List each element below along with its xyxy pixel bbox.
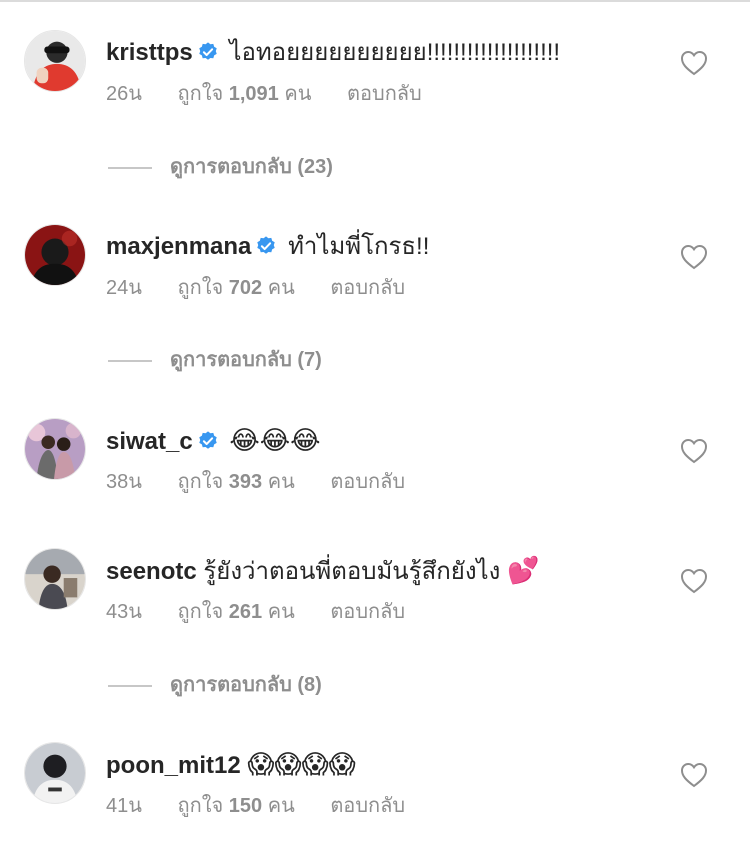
heart-outline-icon[interactable] [680,568,708,594]
likes-count[interactable]: ถูกใจ 261 คน [177,600,294,624]
comment-text: 😂😂😂 [229,426,321,456]
username[interactable]: siwat_c [106,428,193,455]
comment-text: 😱😱😱😱 [247,750,356,780]
comment-item: seenotc รู้ยังว่าตอนพี่ตอบมันรู้สึกยังไง… [0,548,750,628]
view-replies-label: ดูการตอบกลับ (7) [170,349,322,371]
comment-line: siwat_c 😂😂😂 [106,426,660,457]
comment-meta: 26น ถูกใจ 1,091 คน ตอบกลับ [106,82,422,106]
avatar[interactable] [24,224,86,286]
likes-count[interactable]: ถูกใจ 150 คน [177,794,294,818]
comment-meta: 24น ถูกใจ 702 คน ตอบกลับ [106,276,405,300]
comment-time: 41น [106,795,142,817]
comment-meta: 41น ถูกใจ 150 คน ตอบกลับ [106,794,405,818]
comment-meta: 38น ถูกใจ 393 คน ตอบกลับ [106,470,405,494]
verified-badge-icon [197,430,219,452]
avatar[interactable] [24,548,86,610]
reply-button[interactable]: ตอบกลับ [330,470,405,494]
comment-item: siwat_c 😂😂😂 38น ถูกใจ 393 คน ตอบกลับ [0,418,750,498]
reply-button[interactable]: ตอบกลับ [330,794,405,818]
view-replies-label: ดูการตอบกลับ (8) [170,674,322,696]
likes-unit: คน [267,471,295,493]
comment-time: 24น [106,277,142,299]
two-hearts-emoji: 💕 [507,556,540,586]
comment-time: 43น [106,601,142,623]
comment-text: ไอทอยยยยยยยยยย!!!!!!!!!!!!!!!!!!!! [229,39,561,66]
verified-badge-icon [197,41,219,63]
heart-outline-icon[interactable] [680,50,708,76]
view-replies-label: ดูการตอบกลับ (23) [170,156,333,178]
reply-button[interactable]: ตอบกลับ [330,276,405,300]
likes-label: ถูกใจ [177,795,224,817]
view-replies-button[interactable]: ดูการตอบกลับ (7) [108,345,322,375]
comment-line: seenotc รู้ยังว่าตอนพี่ตอบมันรู้สึกยังไง… [106,556,660,587]
likes-number: 261 [228,601,263,623]
verified-badge-icon [255,235,277,257]
heart-outline-icon[interactable] [680,438,708,464]
divider-dash [108,166,152,169]
reply-button[interactable]: ตอบกลับ [330,600,405,624]
likes-unit: คน [267,277,295,299]
avatar[interactable] [24,418,86,480]
comment-line: maxjenmana ทำไมพี่โกรธ!! [106,232,660,262]
likes-count[interactable]: ถูกใจ 702 คน [177,276,294,300]
comment-line: poon_mit12 😱😱😱😱 [106,750,660,781]
comment-item: maxjenmana ทำไมพี่โกรธ!! 24น ถูกใจ 702 ค… [0,224,750,304]
comment-text: รู้ยังว่าตอนพี่ตอบมันรู้สึกยังไง [203,558,501,585]
comment-line: kristtps ไอทอยยยยยยยยยย!!!!!!!!!!!!!!!!!… [106,38,660,68]
username[interactable]: poon_mit12 [106,752,241,779]
divider-dash [108,684,152,687]
likes-number: 702 [228,277,263,299]
top-divider [0,0,750,2]
likes-unit: คน [284,83,312,105]
heart-outline-icon[interactable] [680,762,708,788]
comment-meta: 43น ถูกใจ 261 คน ตอบกลับ [106,600,405,624]
likes-count[interactable]: ถูกใจ 393 คน [177,470,294,494]
username[interactable]: seenotc [106,558,197,585]
reply-button[interactable]: ตอบกลับ [347,82,422,106]
likes-count[interactable]: ถูกใจ 1,091 คน [177,82,311,106]
view-replies-button[interactable]: ดูการตอบกลับ (23) [108,152,333,182]
username[interactable]: kristtps [106,39,193,66]
view-replies-button[interactable]: ดูการตอบกลับ (8) [108,670,322,700]
likes-number: 393 [228,471,263,493]
username[interactable]: maxjenmana [106,233,251,260]
comment-item: poon_mit12 😱😱😱😱 41น ถูกใจ 150 คน ตอบกลับ [0,742,750,822]
divider-dash [108,359,152,362]
likes-label: ถูกใจ [177,471,224,493]
likes-label: ถูกใจ [177,277,224,299]
likes-number: 150 [228,795,263,817]
avatar[interactable] [24,30,86,92]
likes-number: 1,091 [228,83,279,105]
comment-time: 26น [106,83,142,105]
comment-item: kristtps ไอทอยยยยยยยยยย!!!!!!!!!!!!!!!!!… [0,30,750,110]
likes-label: ถูกใจ [177,83,224,105]
comment-text: ทำไมพี่โกรธ!! [288,233,430,260]
comment-time: 38น [106,471,142,493]
likes-unit: คน [267,795,295,817]
avatar[interactable] [24,742,86,804]
heart-outline-icon[interactable] [680,244,708,270]
likes-label: ถูกใจ [177,601,224,623]
likes-unit: คน [267,601,295,623]
